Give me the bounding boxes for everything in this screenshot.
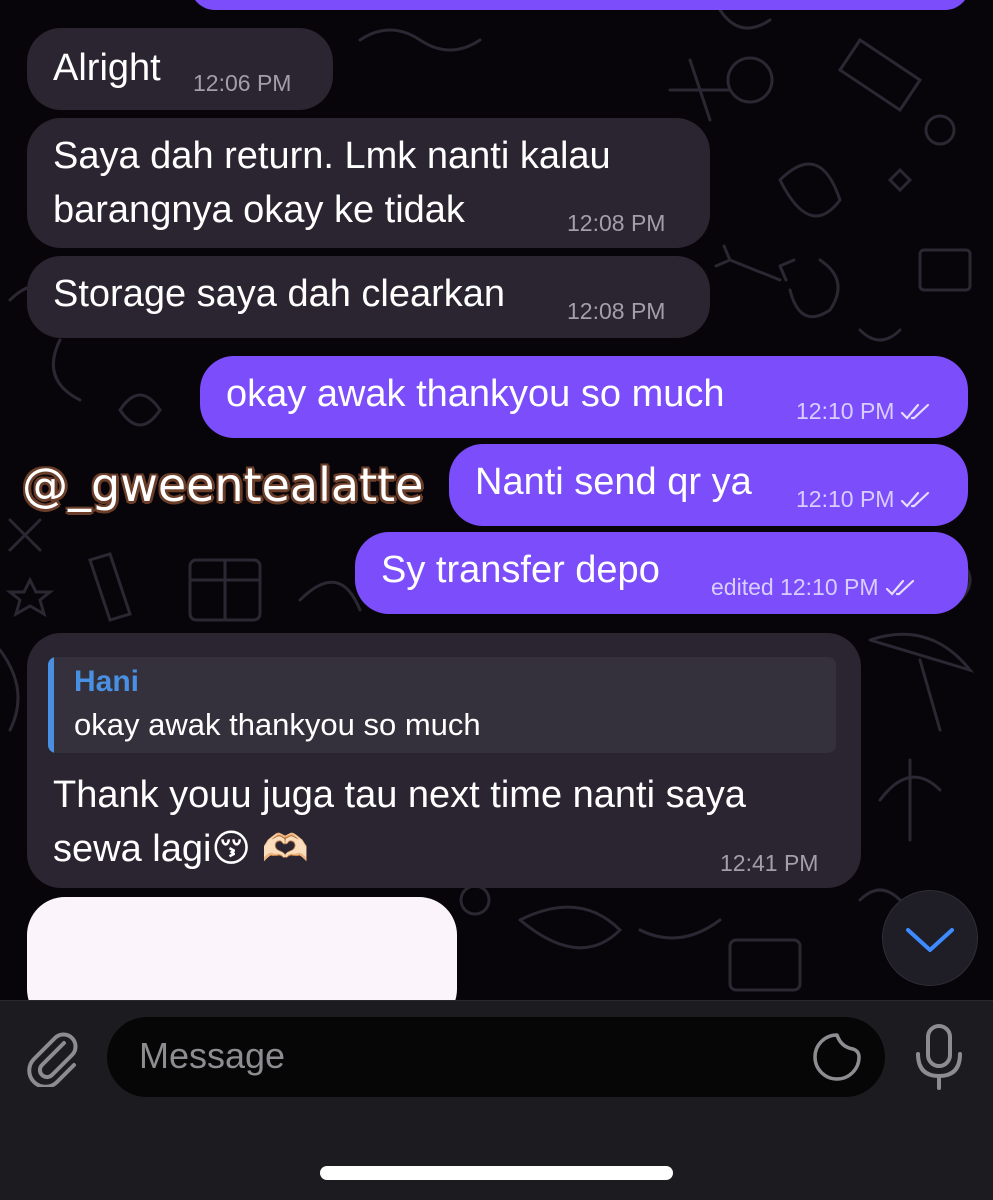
message-time-label: 12:10 PM bbox=[796, 486, 895, 512]
sticker-button[interactable] bbox=[811, 1031, 863, 1083]
double-check-icon bbox=[901, 491, 930, 508]
microphone-icon bbox=[916, 1024, 962, 1090]
message-text: Storage saya dah clearkan bbox=[53, 273, 506, 315]
message-time: 12:41 PM bbox=[720, 850, 819, 876]
message-bubble-outgoing[interactable]: Sy transfer depo edited 12:10 PM bbox=[355, 532, 968, 614]
chat-area[interactable]: Alright 12:06 PM Saya dah return. Lmk na… bbox=[0, 0, 993, 1000]
message-bubble-incoming[interactable]: Saya dah return. Lmk nanti kalau barangn… bbox=[27, 118, 710, 248]
reply-author: Hani bbox=[74, 665, 140, 698]
message-time: 12:06 PM bbox=[193, 70, 292, 96]
message-text: Sy transfer depo bbox=[381, 549, 660, 591]
double-check-icon bbox=[885, 579, 914, 596]
reply-accent-bar bbox=[48, 657, 54, 753]
message-time: 12:08 PM bbox=[567, 298, 666, 324]
message-time-label: 12:10 PM bbox=[796, 398, 895, 424]
microphone-button[interactable] bbox=[908, 1022, 970, 1092]
home-indicator[interactable] bbox=[320, 1166, 673, 1180]
message-text: okay awak thankyou so much bbox=[226, 373, 725, 415]
message-bubble-outgoing[interactable]: okay awak thankyou so much 12:10 PM bbox=[200, 356, 968, 438]
message-bubble-partial bbox=[190, 0, 970, 10]
message-text-line: Thank youu juga tau next time nanti saya bbox=[53, 774, 746, 816]
attach-button[interactable] bbox=[22, 1025, 84, 1089]
message-time: edited 12:10 PM bbox=[711, 574, 917, 601]
message-placeholder: Message bbox=[139, 1035, 286, 1076]
message-time: 12:10 PM bbox=[796, 398, 932, 425]
message-text-line: sewa lagi😚 🫶🏻 bbox=[53, 828, 309, 870]
message-bubble-outgoing[interactable]: Nanti send qr ya 12:10 PM bbox=[449, 444, 968, 526]
message-time: 12:10 PM bbox=[796, 486, 932, 513]
message-time: 12:08 PM bbox=[567, 210, 666, 236]
reply-quote[interactable]: Hani okay awak thankyou so much bbox=[48, 657, 836, 753]
message-text-line: barangnya okay ke tidak bbox=[53, 189, 465, 231]
chevron-down-icon bbox=[906, 928, 954, 952]
reply-text: okay awak thankyou so much bbox=[74, 707, 481, 742]
double-check-icon bbox=[901, 403, 930, 420]
message-text: Nanti send qr ya bbox=[475, 461, 752, 503]
message-text-line: Saya dah return. Lmk nanti kalau bbox=[53, 135, 611, 177]
message-input[interactable]: Message bbox=[107, 1017, 885, 1097]
sticker-icon bbox=[813, 1033, 861, 1081]
message-bubble-incoming[interactable]: Alright 12:06 PM bbox=[27, 28, 333, 110]
scroll-down-button[interactable] bbox=[882, 890, 978, 986]
message-text: Alright bbox=[53, 47, 161, 89]
watermark: @_gweentealatte bbox=[22, 458, 424, 512]
message-bubble-incoming[interactable]: Storage saya dah clearkan 12:08 PM bbox=[27, 256, 710, 338]
attach-icon bbox=[27, 1032, 78, 1089]
message-time-label: edited 12:10 PM bbox=[711, 574, 879, 600]
message-bubble-partial bbox=[27, 897, 457, 1000]
